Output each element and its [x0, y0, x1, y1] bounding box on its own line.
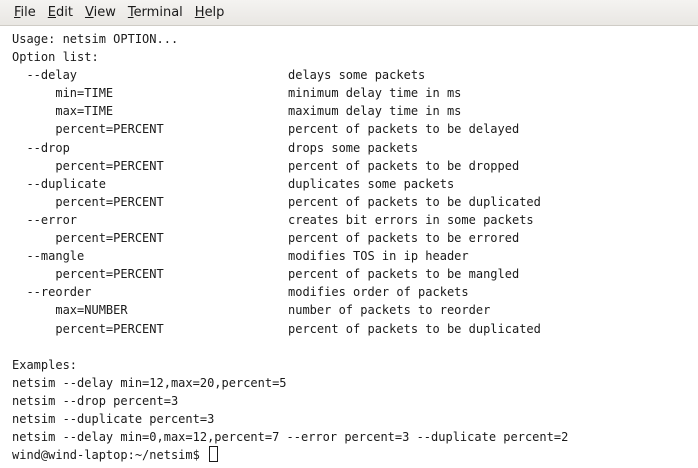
- usage-line: Usage: netsim OPTION...: [12, 32, 179, 46]
- option-flag: --reorder: [12, 285, 92, 300]
- terminal-window: File Edit View Terminal Help Usage: nets…: [0, 0, 698, 468]
- option-row: percent=PERCENT percent of packets to be …: [12, 229, 698, 247]
- option-description: duplicates some packets: [288, 176, 455, 191]
- option-description: number of packets to reorder: [288, 303, 491, 318]
- examples-header: Examples:: [12, 357, 78, 372]
- option-flag: percent=PERCENT: [12, 321, 164, 336]
- menu-view-label: iew: [93, 4, 116, 20]
- option-flag: --mangle: [12, 249, 85, 264]
- option-description: modifies TOS in ip header: [288, 249, 469, 264]
- option-row: percent=PERCENT percent of packets to be …: [12, 320, 698, 338]
- option-row: max=NUMBER number of packets to reorder: [12, 301, 698, 319]
- option-description: percent of packets to be errored: [288, 231, 520, 246]
- option-row: --drop drops some packets: [12, 139, 698, 157]
- shell-prompt: wind@wind-laptop:~/netsim$: [12, 448, 208, 463]
- option-row: percent=PERCENT percent of packets to be …: [12, 193, 698, 211]
- option-flag: --delay: [12, 68, 78, 83]
- option-flag: percent=PERCENT: [12, 122, 164, 137]
- option-description: minimum delay time in ms: [288, 86, 462, 101]
- option-list-header: Option list:: [12, 50, 99, 65]
- option-flag: --drop: [12, 140, 70, 155]
- menu-view-mnemonic: V: [84, 4, 94, 20]
- option-row: percent=PERCENT percent of packets to be …: [12, 120, 698, 138]
- option-row: --reorder modifies order of packets: [12, 283, 698, 301]
- option-row: --error creates bit errors in some packet…: [12, 211, 698, 229]
- option-flag: --error: [12, 212, 78, 227]
- option-flag: min=TIME: [12, 86, 114, 101]
- option-description: percent of packets to be mangled: [288, 267, 520, 282]
- example-command: netsim --drop percent=3: [12, 393, 179, 408]
- option-description: percent of packets to be duplicated: [288, 321, 541, 336]
- option-description: delays some packets: [288, 68, 426, 83]
- option-flag: percent=PERCENT: [12, 231, 164, 246]
- option-row: percent=PERCENT percent of packets to be …: [12, 265, 698, 283]
- menu-file-label: ile: [20, 4, 36, 20]
- option-flag: max=NUMBER: [12, 303, 128, 318]
- menu-edit-mnemonic: E: [47, 4, 56, 20]
- example-command: netsim --delay min=0,max=12,percent=7 --…: [12, 430, 569, 445]
- option-flag: percent=PERCENT: [12, 267, 164, 282]
- option-description: drops some packets: [288, 140, 419, 155]
- menu-file[interactable]: File: [8, 2, 42, 24]
- option-row: max=TIME maximum delay time in ms: [12, 102, 698, 120]
- menu-help[interactable]: Help: [189, 2, 231, 24]
- prompt-line[interactable]: wind@wind-laptop:~/netsim$: [12, 446, 698, 464]
- option-row: --mangle modifies TOS in ip header: [12, 247, 698, 265]
- option-row: --delay delays some packets: [12, 66, 698, 84]
- option-description: percent of packets to be delayed: [288, 122, 520, 137]
- option-row: --duplicate duplicates some packets: [12, 175, 698, 193]
- text-cursor: [209, 446, 219, 463]
- option-description: percent of packets to be duplicated: [288, 194, 541, 209]
- menu-terminal[interactable]: Terminal: [122, 2, 189, 24]
- option-flag: max=TIME: [12, 104, 114, 119]
- menu-view[interactable]: View: [79, 2, 122, 24]
- menu-terminal-label: erminal: [133, 4, 183, 20]
- option-row: percent=PERCENT percent of packets to be …: [12, 157, 698, 175]
- menu-edit-label: dit: [56, 4, 73, 20]
- menubar: File Edit View Terminal Help: [0, 0, 698, 26]
- example-command: netsim --duplicate percent=3: [12, 411, 215, 426]
- option-flag: percent=PERCENT: [12, 158, 164, 173]
- example-command: netsim --delay min=12,max=20,percent=5: [12, 375, 287, 390]
- option-flag: --duplicate: [12, 176, 106, 191]
- option-description: creates bit errors in some packets: [288, 212, 534, 227]
- option-description: percent of packets to be dropped: [288, 158, 520, 173]
- option-description: modifies order of packets: [288, 285, 469, 300]
- menu-help-label: elp: [204, 4, 225, 20]
- option-flag: percent=PERCENT: [12, 194, 164, 209]
- terminal-output[interactable]: Usage: netsim OPTION... Option list: --d…: [0, 27, 698, 468]
- option-description: maximum delay time in ms: [288, 104, 462, 119]
- menu-edit[interactable]: Edit: [42, 2, 79, 24]
- menu-help-mnemonic: H: [194, 4, 205, 20]
- option-row: min=TIME minimum delay time in ms: [12, 84, 698, 102]
